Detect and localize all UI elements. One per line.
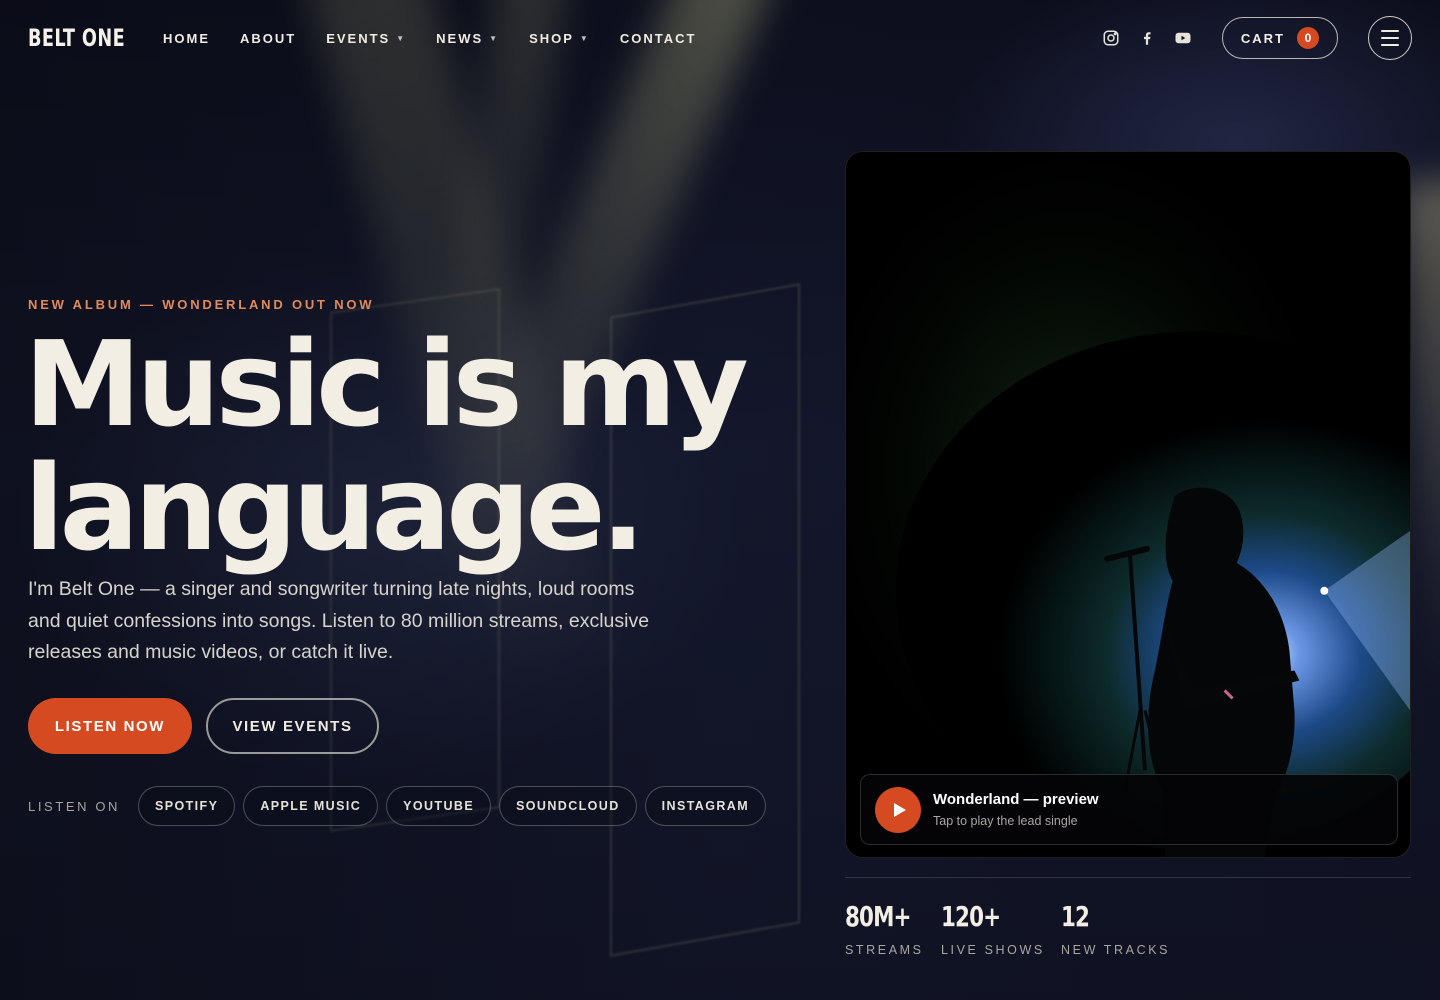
chevron-down-icon: ▼ bbox=[579, 33, 590, 43]
nav-item-label: EVENTS bbox=[326, 30, 391, 46]
cart-label: CART bbox=[1240, 30, 1285, 46]
track-subtitle: Tap to play the lead single bbox=[933, 814, 1078, 828]
listen-on-row: LISTEN ON SPOTIFY APPLE MUSIC YOUTUBE SO… bbox=[28, 786, 767, 826]
hero-headline: Music is my language. bbox=[24, 322, 784, 570]
platform-chip-youtube[interactable]: YOUTUBE bbox=[386, 786, 492, 826]
cart-count-badge: 0 bbox=[1297, 27, 1319, 49]
stat-new-tracks: 12 NEW TRACKS bbox=[1061, 900, 1170, 957]
stat-label: LIVE SHOWS bbox=[941, 943, 1045, 957]
chevron-down-icon: ▼ bbox=[396, 33, 407, 43]
player-text: Wonderland — preview Tap to play the lea… bbox=[933, 791, 1099, 828]
audio-preview-player[interactable]: Wonderland — preview Tap to play the lea… bbox=[860, 774, 1398, 845]
media-card: Wonderland — preview Tap to play the lea… bbox=[845, 151, 1411, 858]
chevron-down-icon: ▼ bbox=[489, 33, 500, 43]
nav-actions: CART 0 bbox=[1102, 16, 1412, 60]
listen-on-label: LISTEN ON bbox=[28, 798, 121, 814]
nav-item-events[interactable]: EVENTS ▼ bbox=[326, 31, 406, 46]
stat-label: NEW TRACKS bbox=[1061, 943, 1171, 957]
stat-value: 80M+ bbox=[845, 900, 912, 933]
cart-button[interactable]: CART 0 bbox=[1221, 17, 1338, 59]
view-events-button[interactable]: VIEW EVENTS bbox=[206, 698, 379, 754]
youtube-icon[interactable] bbox=[1174, 29, 1192, 47]
nav-item-label: SHOP bbox=[529, 30, 574, 46]
platform-chip-soundcloud[interactable]: SOUNDCLOUD bbox=[499, 786, 637, 826]
nav-item-home[interactable]: HOME bbox=[163, 31, 210, 46]
stat-value: 12 bbox=[1061, 900, 1090, 933]
platform-chip-instagram[interactable]: INSTAGRAM bbox=[644, 786, 767, 826]
nav-item-label: NEWS bbox=[436, 30, 484, 46]
play-icon[interactable] bbox=[875, 786, 921, 833]
nav-item-about[interactable]: ABOUT bbox=[240, 31, 296, 46]
track-title: Wonderland — preview bbox=[933, 791, 1099, 808]
concert-photo bbox=[846, 152, 1410, 857]
stat-live-shows: 120+ LIVE SHOWS bbox=[941, 900, 1045, 957]
platform-chip-apple-music[interactable]: APPLE MUSIC bbox=[243, 786, 379, 826]
main-menu: HOME ABOUT EVENTS ▼ NEWS ▼ SHOP ▼ CONTAC… bbox=[163, 31, 696, 46]
headline-line-1: Music is my bbox=[24, 315, 749, 453]
platform-chip-spotify[interactable]: SPOTIFY bbox=[138, 786, 236, 826]
stat-label: STREAMS bbox=[845, 943, 924, 957]
instagram-icon[interactable] bbox=[1102, 29, 1120, 47]
hero-description: I'm Belt One — a singer and songwriter t… bbox=[28, 578, 650, 663]
site-logo[interactable]: BELT ONE bbox=[28, 24, 126, 52]
nav-item-shop[interactable]: SHOP ▼ bbox=[529, 31, 590, 46]
stat-streams: 80M+ STREAMS bbox=[845, 900, 924, 957]
nav-item-news[interactable]: NEWS ▼ bbox=[436, 31, 499, 46]
headline-line-2: language. bbox=[24, 439, 646, 577]
hero-eyebrow: NEW ALBUM — WONDERLAND OUT NOW bbox=[28, 297, 375, 312]
listen-now-button[interactable]: LISTEN NOW bbox=[28, 698, 192, 754]
top-navigation: BELT ONE HOME ABOUT EVENTS ▼ NEWS ▼ SHOP… bbox=[0, 0, 1440, 76]
hamburger-menu-icon[interactable] bbox=[1368, 16, 1412, 60]
nav-item-contact[interactable]: CONTACT bbox=[620, 31, 697, 46]
stats-divider bbox=[845, 877, 1411, 878]
nav-item-label: HOME bbox=[163, 30, 210, 46]
facebook-icon[interactable] bbox=[1138, 29, 1156, 47]
stat-value: 120+ bbox=[941, 900, 1001, 933]
nav-item-label: ABOUT bbox=[240, 30, 297, 46]
nav-item-label: CONTACT bbox=[619, 30, 697, 46]
